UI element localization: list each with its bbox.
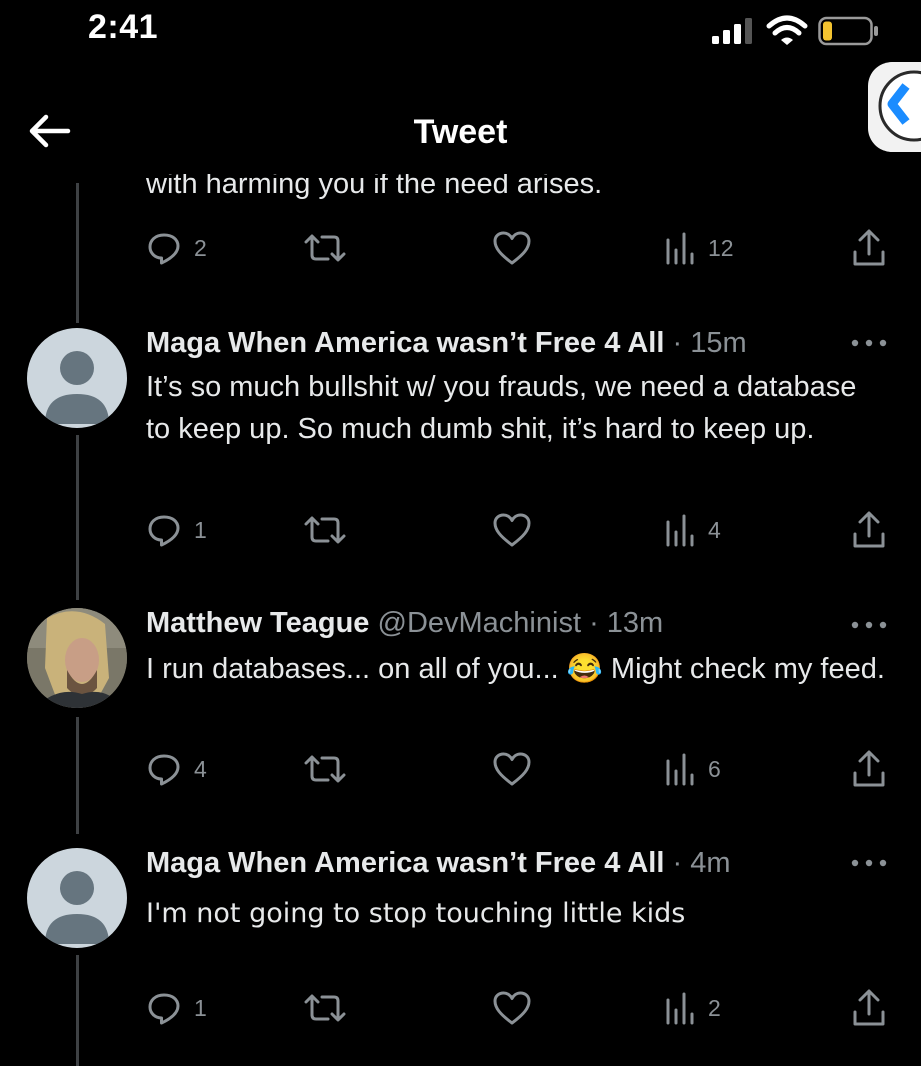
separator-dot: ·: [672, 847, 683, 879]
share-button[interactable]: [851, 510, 887, 550]
battery-icon: [818, 16, 878, 46]
retweet-button[interactable]: [303, 228, 359, 268]
reply-icon: [148, 754, 180, 786]
reply-count: 1: [194, 994, 207, 1021]
share-icon: [853, 989, 885, 1026]
status-bar: 2:41: [0, 0, 921, 60]
like-button[interactable]: [492, 988, 544, 1028]
share-button[interactable]: [851, 228, 887, 268]
views-button[interactable]: 6: [664, 749, 721, 789]
timestamp[interactable]: 13m: [607, 607, 663, 639]
reply-icon: [148, 515, 180, 547]
share-icon: [853, 229, 885, 266]
views-icon: [666, 514, 694, 547]
tweet-header: Matthew Teague @DevMachinist · 13m: [146, 605, 663, 641]
reply-icon: [148, 993, 180, 1025]
tweet-text: I'm not going to stop touching little ki…: [146, 898, 686, 929]
views-count: 2: [708, 994, 721, 1021]
tweet-actions: 4 6: [0, 749, 921, 789]
display-name[interactable]: Matthew Teague: [146, 607, 369, 639]
like-icon: [493, 513, 531, 547]
more-icon[interactable]: [848, 856, 890, 870]
views-count: 6: [708, 755, 721, 782]
share-icon: [853, 511, 885, 548]
avatar[interactable]: [27, 848, 127, 948]
separator-dot: ·: [672, 327, 683, 359]
tweet-text: It’s so much bullshit w/ you frauds, we …: [146, 371, 857, 445]
reply-count: 4: [194, 755, 207, 782]
retweet-icon: [304, 994, 346, 1022]
views-icon: [666, 992, 694, 1025]
like-icon: [493, 991, 531, 1025]
tweet-actions: 1 2: [0, 988, 921, 1028]
retweet-icon: [304, 755, 346, 783]
tweet-text: I run databases... on all of you... 😂 Mi…: [146, 653, 885, 685]
share-button[interactable]: [851, 988, 887, 1028]
more-icon[interactable]: [848, 618, 890, 632]
status-time: 2:41: [88, 8, 159, 46]
tweet-actions: 2 12: [0, 228, 921, 268]
views-icon: [666, 753, 694, 786]
views-count: 4: [708, 516, 721, 543]
retweet-button[interactable]: [303, 510, 359, 550]
retweet-icon: [304, 234, 346, 262]
timestamp[interactable]: 4m: [690, 847, 730, 879]
profile-photo: [27, 608, 127, 708]
like-icon: [493, 231, 531, 265]
avatar[interactable]: [27, 608, 127, 708]
signal-icon: [712, 18, 752, 44]
default-avatar-icon: [45, 871, 109, 944]
views-button[interactable]: 2: [664, 988, 721, 1028]
reply-count: 1: [194, 516, 207, 543]
like-button[interactable]: [492, 510, 544, 550]
app-header: Tweet: [0, 95, 921, 175]
views-button[interactable]: 4: [664, 510, 721, 550]
views-button[interactable]: 12: [664, 228, 734, 268]
display-name[interactable]: Maga When America wasn’t Free 4 All: [146, 847, 664, 879]
like-button[interactable]: [492, 749, 544, 789]
page-title: Tweet: [413, 113, 508, 151]
separator-dot: ·: [589, 607, 599, 639]
reply-button[interactable]: 1: [146, 510, 207, 550]
reply-icon: [148, 233, 180, 265]
display-name[interactable]: Maga When America wasn’t Free 4 All: [146, 327, 664, 359]
timestamp[interactable]: 15m: [690, 327, 746, 359]
like-button[interactable]: [492, 228, 544, 268]
tweet-actions: 1 4: [0, 510, 921, 550]
views-count: 12: [708, 234, 734, 261]
tweet-header: Maga When America wasn’t Free 4 All · 4m: [146, 845, 730, 881]
handle[interactable]: @DevMachinist: [378, 607, 582, 639]
avatar[interactable]: [27, 328, 127, 428]
reply-button[interactable]: 2: [146, 228, 207, 268]
partial-tweet-text: with harming you if the need arises.: [146, 174, 603, 200]
reply-button[interactable]: 1: [146, 988, 207, 1028]
share-icon: [853, 750, 885, 787]
like-icon: [493, 752, 531, 786]
retweet-button[interactable]: [303, 988, 359, 1028]
tweet-header: Maga When America wasn’t Free 4 All · 15…: [146, 325, 747, 361]
default-avatar-icon: [45, 351, 109, 424]
retweet-icon: [304, 516, 346, 544]
share-button[interactable]: [851, 749, 887, 789]
more-icon[interactable]: [848, 336, 890, 350]
reply-count: 2: [194, 234, 207, 261]
wifi-icon: [766, 15, 808, 45]
retweet-button[interactable]: [303, 749, 359, 789]
views-icon: [666, 232, 694, 265]
reply-button[interactable]: 4: [146, 749, 207, 789]
